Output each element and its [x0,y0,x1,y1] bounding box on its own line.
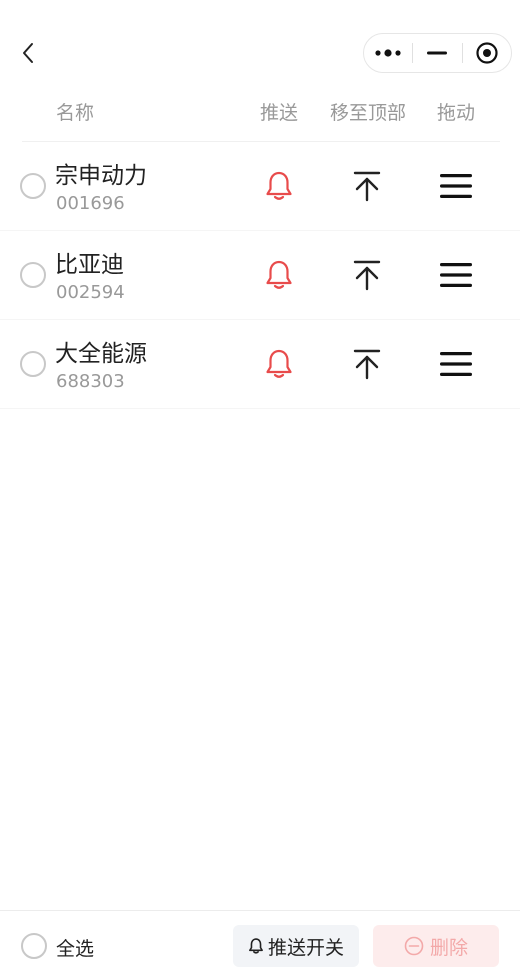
move-to-top-button[interactable] [350,347,384,381]
push-bell-button[interactable] [262,258,296,292]
bottom-action-bar: 全选 推送开关 删除 [0,910,520,979]
hamburger-icon [440,263,472,287]
list-header: 名称 推送 移至顶部 拖动 [22,88,500,142]
nav-bar [0,0,520,88]
chevron-left-icon [23,43,33,63]
delete-label: 删除 [429,936,468,959]
select-radio[interactable] [20,262,46,288]
bell-icon [266,349,292,378]
move-to-top-button[interactable] [350,169,384,203]
push-toggle-button[interactable]: 推送开关 [233,925,359,967]
arrow-to-top-icon [353,260,381,291]
select-radio[interactable] [20,351,46,377]
push-bell-button[interactable] [262,347,296,381]
table-row: 宗申动力 001696 [0,142,520,231]
close-target-icon [476,42,498,64]
select-all-label[interactable]: 全选 [56,934,94,961]
minimize-button[interactable] [413,34,461,72]
stock-code: 688303 [56,371,125,392]
delete-button[interactable]: 删除 [373,925,499,967]
push-bell-button[interactable] [262,169,296,203]
bell-icon [249,938,263,954]
stock-name: 宗申动力 [55,163,147,189]
header-name: 名称 [56,102,95,124]
hamburger-icon [440,352,472,376]
back-button[interactable] [14,38,42,68]
stock-code: 001696 [56,193,125,214]
drag-handle[interactable] [438,258,474,292]
more-dots-icon [375,49,401,57]
mini-program-capsule [363,33,512,73]
drag-handle[interactable] [438,169,474,203]
select-radio[interactable] [20,173,46,199]
move-to-top-button[interactable] [350,258,384,292]
hamburger-icon [440,174,472,198]
stock-code: 002594 [56,282,125,303]
table-row: 比亚迪 002594 [0,231,520,320]
header-drag: 拖动 [437,102,476,124]
table-row: 大全能源 688303 [0,320,520,409]
drag-handle[interactable] [438,347,474,381]
minimize-icon [427,51,448,55]
bell-icon [266,171,292,200]
minus-circle-icon [404,936,424,956]
header-push: 推送 [260,102,299,124]
stock-list: 宗申动力 001696 比亚迪 002594 大全能源 688303 [0,142,520,409]
select-all-radio[interactable] [21,933,47,959]
push-toggle-label: 推送开关 [267,936,344,959]
arrow-to-top-icon [353,349,381,380]
bell-icon [266,260,292,289]
stock-name: 比亚迪 [55,252,124,278]
arrow-to-top-icon [353,171,381,202]
header-move-top: 移至顶部 [330,102,407,124]
stock-name: 大全能源 [55,341,147,367]
more-button[interactable] [364,34,412,72]
close-button[interactable] [463,34,511,72]
